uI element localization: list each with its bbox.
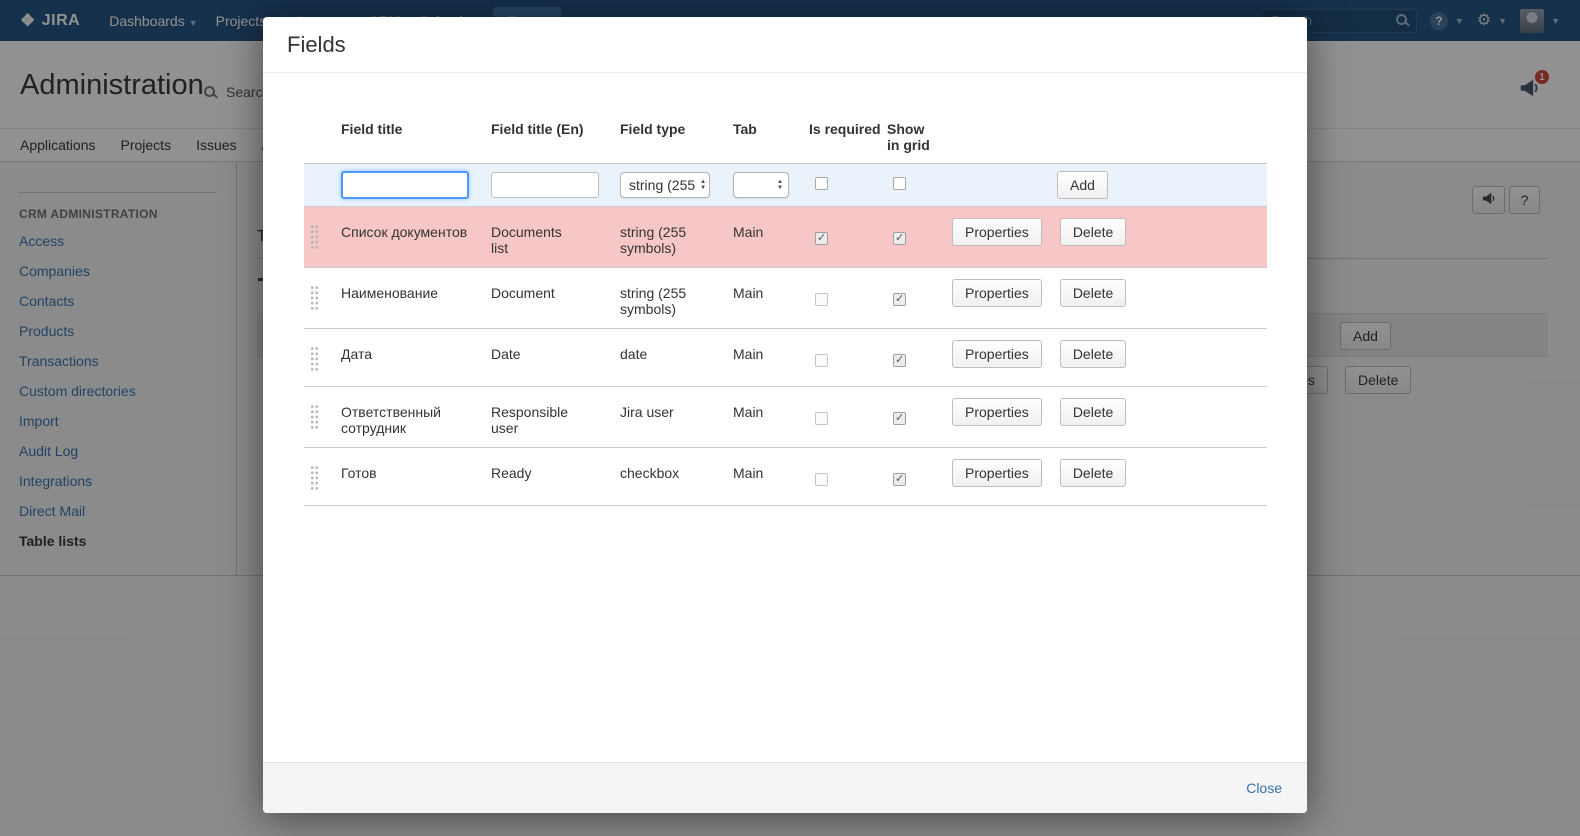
delete-button[interactable]: Delete xyxy=(1060,459,1126,487)
field-title-en-cell: Document xyxy=(491,279,620,301)
drag-handle-icon[interactable] xyxy=(310,404,319,430)
show-in-grid-checkbox xyxy=(893,354,906,367)
add-field-form-row: string (255 ▲▼ ▲▼ Add xyxy=(304,164,1267,207)
table-row: Список документов Documents list string … xyxy=(304,207,1267,268)
column-header: Field title xyxy=(341,121,491,137)
close-link[interactable]: Close xyxy=(1246,780,1282,796)
fields-dialog: Fields Field title Field title (En) Fiel… xyxy=(263,17,1307,813)
field-title-cell: Ответственный сотрудник xyxy=(341,398,491,436)
field-type-cell: checkbox xyxy=(620,459,733,481)
show-in-grid-checkbox xyxy=(893,232,906,245)
tab-select[interactable]: ▲▼ xyxy=(733,172,789,198)
is-required-checkbox xyxy=(815,412,828,425)
field-title-cell: Дата xyxy=(341,340,491,362)
field-type-cell: Jira user xyxy=(620,398,733,420)
dialog-footer: Close xyxy=(263,762,1307,813)
table-header-row: Field title Field title (En) Field type … xyxy=(304,121,1267,164)
delete-button[interactable]: Delete xyxy=(1060,218,1126,246)
field-type-cell: date xyxy=(620,340,733,362)
table-row: Дата Date date Main Properties Delete xyxy=(304,329,1267,387)
field-title-en-cell: Documents list xyxy=(491,218,620,256)
tab-cell: Main xyxy=(733,340,809,362)
properties-button[interactable]: Properties xyxy=(952,218,1042,246)
field-title-cell: Список документов xyxy=(341,218,491,240)
show-in-grid-checkbox xyxy=(893,473,906,486)
properties-button[interactable]: Properties xyxy=(952,459,1042,487)
table-row: Ответственный сотрудник Responsible user… xyxy=(304,387,1267,448)
delete-button[interactable]: Delete xyxy=(1060,398,1126,426)
dialog-title: Fields xyxy=(263,17,1307,73)
is-required-checkbox xyxy=(815,293,828,306)
field-title-en-cell: Ready xyxy=(491,459,620,481)
show-in-grid-checkbox xyxy=(893,412,906,425)
column-header: Field title (En) xyxy=(491,121,620,137)
field-title-en-input[interactable] xyxy=(491,172,599,198)
field-type-select[interactable]: string (255 ▲▼ xyxy=(620,172,710,198)
drag-handle-icon[interactable] xyxy=(310,465,319,491)
show-in-grid-checkbox[interactable] xyxy=(893,177,906,190)
field-title-cell: Готов xyxy=(341,459,491,481)
tab-cell: Main xyxy=(733,279,809,301)
properties-button[interactable]: Properties xyxy=(952,279,1042,307)
is-required-checkbox xyxy=(815,354,828,367)
field-title-input[interactable] xyxy=(341,171,469,199)
add-field-button[interactable]: Add xyxy=(1057,171,1108,199)
select-arrows-icon: ▲▼ xyxy=(700,179,706,191)
field-type-cell: string (255 symbols) xyxy=(620,218,733,256)
drag-handle-icon[interactable] xyxy=(310,346,319,372)
select-arrows-icon: ▲▼ xyxy=(777,179,783,191)
column-header: Field type xyxy=(620,121,733,137)
tab-cell: Main xyxy=(733,459,809,481)
properties-button[interactable]: Properties xyxy=(952,398,1042,426)
drag-handle-icon[interactable] xyxy=(310,285,319,311)
column-header: Show in grid xyxy=(887,121,952,153)
field-title-en-cell: Responsible user xyxy=(491,398,620,436)
field-title-cell: Наименование xyxy=(341,279,491,301)
properties-button[interactable]: Properties xyxy=(952,340,1042,368)
show-in-grid-checkbox xyxy=(893,293,906,306)
field-title-en-cell: Date xyxy=(491,340,620,362)
column-header: Tab xyxy=(733,121,809,137)
is-required-checkbox xyxy=(815,473,828,486)
column-header: Is required xyxy=(809,121,887,137)
delete-button[interactable]: Delete xyxy=(1060,340,1126,368)
field-type-cell: string (255 symbols) xyxy=(620,279,733,317)
delete-button[interactable]: Delete xyxy=(1060,279,1126,307)
tab-cell: Main xyxy=(733,398,809,420)
field-type-select-value: string (255 xyxy=(629,177,695,193)
is-required-checkbox xyxy=(815,232,828,245)
drag-handle-icon[interactable] xyxy=(310,224,319,250)
table-row: Готов Ready checkbox Main Properties Del… xyxy=(304,448,1267,506)
is-required-checkbox[interactable] xyxy=(815,177,828,190)
tab-cell: Main xyxy=(733,218,809,240)
fields-table: Field title Field title (En) Field type … xyxy=(304,121,1267,506)
table-row: Наименование Document string (255 symbol… xyxy=(304,268,1267,329)
